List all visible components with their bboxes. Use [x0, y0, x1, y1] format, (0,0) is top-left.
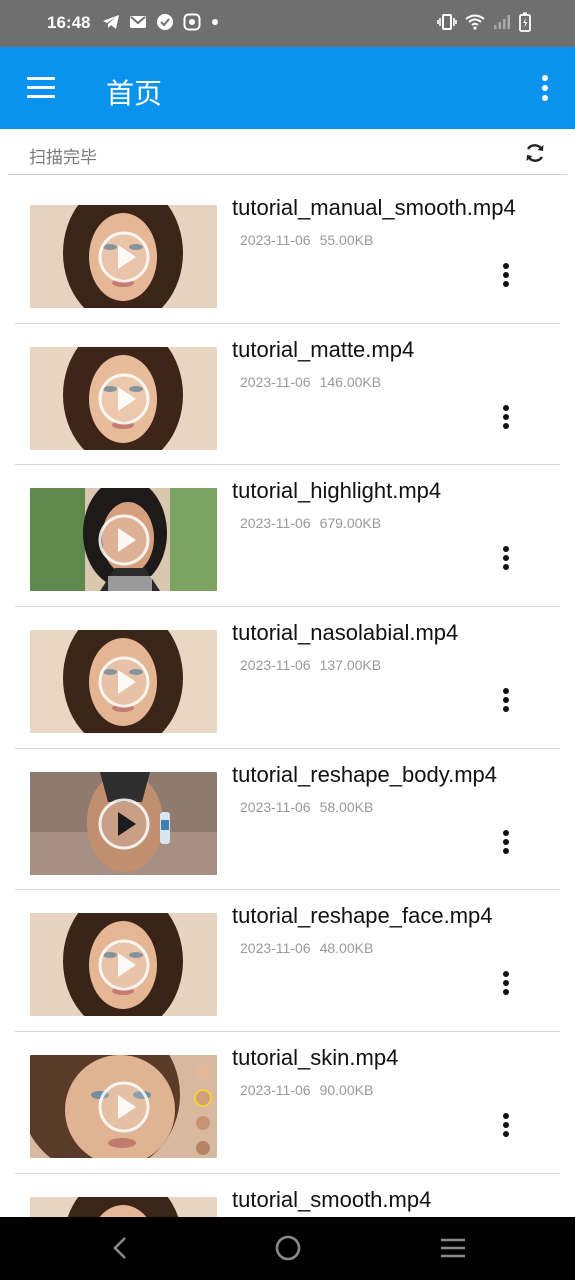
video-size: 90.00KB — [319, 1082, 374, 1099]
navigation-bar — [0, 1217, 575, 1280]
video-date: 2023-11-06 — [240, 515, 311, 532]
hamburger-menu-icon[interactable] — [27, 77, 55, 99]
play-icon[interactable] — [98, 231, 150, 283]
video-size: 48.00KB — [319, 940, 374, 957]
telegram-icon — [103, 15, 119, 29]
video-meta: 2023-11-06 48.00KB — [240, 940, 373, 956]
video-name: tutorial_reshape_body.mp4 — [232, 761, 497, 787]
video-date: 2023-11-06 — [240, 940, 311, 957]
video-name: tutorial_skin.mp4 — [232, 1045, 399, 1071]
app-bar: 首页 — [0, 47, 575, 129]
video-name: tutorial_smooth.mp4 — [232, 1186, 432, 1212]
video-name: tutorial_highlight.mp4 — [232, 478, 442, 504]
video-date: 2023-11-06 — [240, 373, 311, 390]
video-size: 58.00KB — [319, 798, 374, 815]
play-icon[interactable] — [98, 514, 150, 566]
play-icon[interactable] — [98, 373, 150, 425]
status-time: 16:48 — [47, 13, 91, 32]
video-name: tutorial_reshape_face.mp4 — [232, 903, 493, 929]
video-size: 55.00KB — [319, 232, 374, 248]
video-list: tutorial_manual_smooth.mp4 2023-11-06 55.… — [15, 182, 560, 1217]
vibrate-icon — [437, 14, 457, 30]
status-bar: 16:48 — [0, 0, 575, 47]
video-meta: 2023-11-06 55.00KB — [240, 232, 373, 248]
video-list-item[interactable]: tutorial_reshape_body.mp4 2023-11-06 58.0… — [15, 749, 560, 891]
page-title: 首页 — [106, 77, 163, 110]
item-more-icon[interactable] — [499, 829, 513, 856]
back-icon[interactable] — [108, 1235, 134, 1261]
scan-status-bar: 扫描完毕 — [8, 129, 567, 175]
recents-icon[interactable] — [439, 1235, 467, 1261]
play-icon[interactable] — [98, 939, 150, 991]
video-list-item[interactable]: tutorial_manual_smooth.mp4 2023-11-06 55.… — [15, 182, 560, 324]
item-more-icon[interactable] — [499, 971, 513, 997]
item-more-icon[interactable] — [499, 1113, 513, 1139]
video-date: 2023-11-06 — [240, 798, 311, 815]
video-meta: 2023-11-06 90.00KB — [240, 1082, 373, 1098]
video-thumbnail[interactable] — [30, 1196, 217, 1217]
video-size: 679.00KB — [319, 515, 382, 532]
video-meta: 2023-11-06 146.00KB — [240, 374, 381, 390]
play-icon[interactable] — [98, 1081, 150, 1133]
battery-charging-icon — [519, 12, 531, 32]
video-meta: 2023-11-06 679.00KB — [240, 515, 381, 531]
video-size: 137.00KB — [319, 657, 382, 674]
video-list-item[interactable]: tutorial_nasolabial.mp4 2023-11-06 137.00… — [15, 607, 560, 749]
notification-icons — [102, 13, 220, 31]
video-name: tutorial_nasolabial.mp4 — [232, 620, 459, 646]
video-list-item[interactable]: tutorial_matte.mp4 2023-11-06 146.00KB — [15, 324, 560, 466]
video-list-item[interactable]: tutorial_smooth.mp4 — [15, 1174, 560, 1217]
wifi-icon — [465, 14, 485, 30]
video-meta: 2023-11-06 137.00KB — [240, 657, 381, 673]
item-more-icon[interactable] — [499, 688, 513, 714]
video-list-item[interactable]: tutorial_highlight.mp4 2023-11-06 679.00K… — [15, 465, 560, 608]
item-more-icon[interactable] — [499, 546, 513, 572]
play-icon[interactable] — [98, 798, 150, 850]
video-name: tutorial_matte.mp4 — [232, 336, 415, 362]
video-name: tutorial_manual_smooth.mp4 — [232, 195, 516, 220]
video-date: 2023-11-06 — [240, 657, 311, 674]
system-icons — [437, 12, 531, 32]
video-size: 146.00KB — [319, 373, 382, 390]
video-list-item[interactable]: tutorial_skin.mp4 2023-11-06 90.00KB — [15, 1032, 560, 1174]
video-date: 2023-11-06 — [240, 1082, 311, 1099]
check-icon — [157, 14, 173, 30]
scan-status-text: 扫描完毕 — [29, 148, 97, 168]
signal-icon — [494, 15, 510, 29]
app-icon — [183, 13, 201, 31]
video-date: 2023-11-06 — [240, 232, 311, 248]
more-vert-icon[interactable] — [539, 75, 551, 105]
item-more-icon[interactable] — [499, 263, 513, 289]
video-meta: 2023-11-06 58.00KB — [240, 799, 373, 815]
item-more-icon[interactable] — [499, 404, 513, 431]
play-icon[interactable] — [98, 656, 150, 708]
video-list-item[interactable]: tutorial_reshape_face.mp4 2023-11-06 48.0… — [15, 890, 560, 1033]
home-icon[interactable] — [274, 1234, 302, 1262]
dot-icon — [212, 19, 218, 25]
refresh-icon[interactable] — [523, 141, 547, 165]
gmail-icon — [130, 16, 146, 28]
